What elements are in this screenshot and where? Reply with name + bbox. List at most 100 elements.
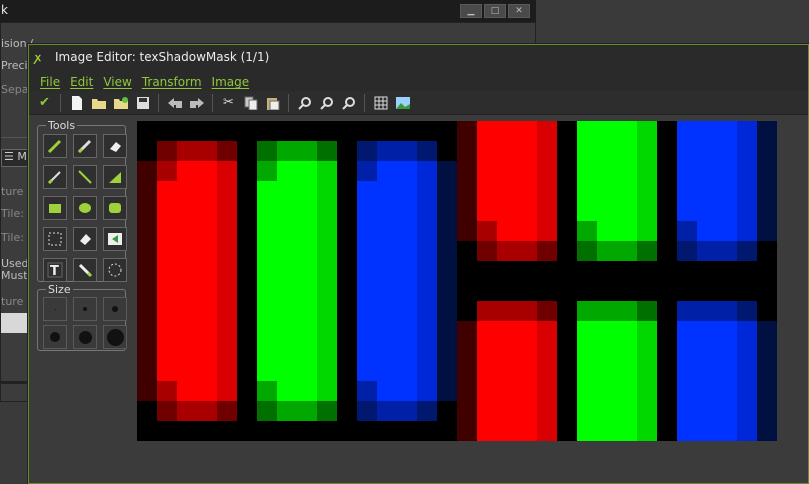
red-block: [457, 121, 477, 141]
grid-icon[interactable]: [371, 93, 390, 112]
blue-stripe: [417, 221, 437, 241]
line-pen-icon[interactable]: [43, 165, 67, 189]
red-block: [477, 301, 497, 321]
blue-block: [697, 241, 717, 261]
green-stripe: [277, 321, 297, 341]
blue-block: [677, 341, 697, 361]
red-block: [497, 421, 517, 441]
anchor-icon[interactable]: [103, 227, 127, 251]
close-icon[interactable]: ✕: [508, 4, 530, 18]
redo-icon[interactable]: [187, 93, 206, 112]
blue-stripe: [377, 401, 397, 421]
green-block: [617, 381, 637, 401]
brush-size-11-button[interactable]: [73, 325, 97, 349]
green-block: [597, 241, 617, 261]
copy-icon[interactable]: [241, 93, 260, 112]
blue-stripe: [357, 241, 377, 261]
brush-size-14-button[interactable]: [103, 325, 127, 349]
red-block: [497, 401, 517, 421]
fill-tri-icon[interactable]: [103, 165, 127, 189]
red-stripe: [197, 401, 217, 421]
undo-icon[interactable]: [165, 93, 184, 112]
brush-size-5-button[interactable]: [103, 297, 127, 321]
line-icon[interactable]: [73, 165, 97, 189]
size-panel-title: Size: [46, 283, 73, 296]
red-stripe: [177, 361, 197, 381]
blue-stripe: [417, 261, 437, 281]
new-icon[interactable]: [67, 93, 86, 112]
menu-image[interactable]: Image: [212, 71, 250, 91]
red-block: [517, 201, 537, 221]
zoom-reset-icon[interactable]: [339, 93, 358, 112]
blue-block: [717, 161, 737, 181]
toolbar-divider: [288, 93, 289, 112]
select-ellipse-icon[interactable]: [103, 258, 127, 282]
brush-size-8-button[interactable]: [43, 325, 67, 349]
blue-block: [677, 301, 697, 321]
blue-block: [737, 221, 757, 241]
red-stripe: [157, 281, 177, 301]
red-block: [457, 421, 477, 441]
image-canvas[interactable]: [137, 121, 777, 441]
blue-block: [717, 221, 737, 241]
red-stripe: [217, 261, 237, 281]
zoom-out-icon[interactable]: [295, 93, 314, 112]
bg-label: Must: [1, 269, 28, 282]
text-icon[interactable]: T: [43, 258, 67, 282]
green-block: [617, 241, 637, 261]
menu-transform[interactable]: Transform: [142, 71, 202, 91]
image-icon[interactable]: [393, 93, 412, 112]
red-block: [477, 201, 497, 221]
blue-stripe: [377, 241, 397, 261]
green-stripe: [257, 141, 277, 161]
tools-panel: Tools T: [37, 119, 127, 282]
green-stripe: [277, 301, 297, 321]
green-block: [637, 361, 657, 381]
blue-stripe: [417, 401, 437, 421]
green-stripe: [277, 161, 297, 181]
green-block: [597, 341, 617, 361]
red-block: [477, 361, 497, 381]
paste-icon[interactable]: [263, 93, 282, 112]
toolbar-divider: [212, 93, 213, 112]
brush-size-1-button[interactable]: [43, 297, 67, 321]
apply-icon[interactable]: ✔: [35, 93, 54, 112]
minimize-icon[interactable]: ▁: [460, 4, 482, 18]
eyedropper-icon[interactable]: [73, 258, 97, 282]
green-block: [637, 301, 657, 321]
blue-block: [717, 141, 737, 161]
eraser-select-icon[interactable]: [73, 227, 97, 251]
red-block: [517, 161, 537, 181]
red-block: [497, 201, 517, 221]
blue-block: [757, 381, 777, 401]
green-block: [597, 141, 617, 161]
red-stripe: [217, 241, 237, 261]
menu-edit[interactable]: Edit: [70, 71, 93, 91]
menu-file[interactable]: File: [40, 71, 60, 91]
pencil-icon[interactable]: [43, 134, 67, 158]
red-block: [537, 401, 557, 421]
save-icon[interactable]: [133, 93, 152, 112]
open-green-icon[interactable]: [111, 93, 130, 112]
red-block: [457, 161, 477, 181]
maximize-icon[interactable]: □: [484, 4, 506, 18]
brush-icon[interactable]: [73, 134, 97, 158]
rect-icon[interactable]: [43, 196, 67, 220]
ellipse-icon[interactable]: [73, 196, 97, 220]
red-block: [517, 321, 537, 341]
red-block: [537, 241, 557, 261]
roundrect-icon[interactable]: [103, 196, 127, 220]
blue-stripe: [437, 381, 457, 401]
cut-icon[interactable]: ✂: [219, 93, 238, 112]
blue-stripe: [397, 141, 417, 161]
brush-size-3-button[interactable]: [73, 297, 97, 321]
green-stripe: [257, 381, 277, 401]
zoom-in-icon[interactable]: [317, 93, 336, 112]
menu-view[interactable]: View: [103, 71, 131, 91]
blue-block: [737, 301, 757, 321]
bg-input-field[interactable]: [1, 313, 31, 333]
select-rect-icon[interactable]: [43, 227, 67, 251]
open-icon[interactable]: [89, 93, 108, 112]
eraser-icon[interactable]: [103, 134, 127, 158]
red-block: [497, 141, 517, 161]
